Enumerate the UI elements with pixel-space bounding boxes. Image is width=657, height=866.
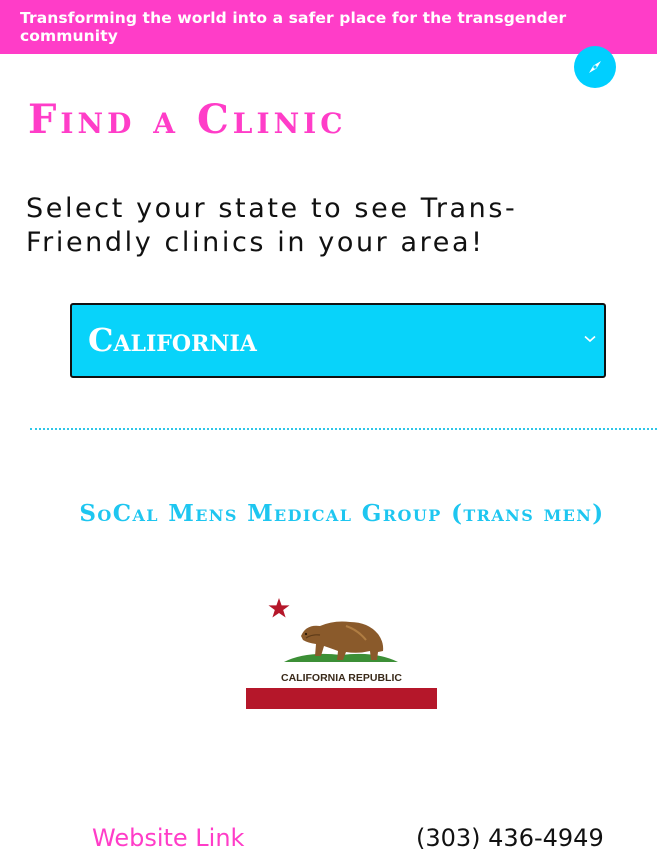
top-banner: Transforming the world into a safer plac… [0, 0, 657, 54]
chevron-down-icon [584, 335, 596, 343]
state-select[interactable]: California [70, 303, 606, 378]
clinic-phone: (303) 436-4949 [416, 824, 604, 852]
website-link[interactable]: Website Link [92, 824, 244, 853]
compass-button[interactable] [574, 46, 616, 88]
clinic-name: SoCal Mens Medical Group (trans men) [79, 500, 605, 527]
state-select-value: California [88, 321, 257, 359]
compass-icon [589, 61, 601, 73]
california-flag-icon: CALIFORNIA REPUBLIC [246, 596, 437, 709]
banner-text: Transforming the world into a safer plac… [20, 9, 567, 45]
section-divider [30, 428, 657, 430]
subtitle-line-2: Friendly clinics in your area! [26, 227, 485, 258]
page-subtitle: Select your state to see Trans- Friendly… [26, 192, 626, 260]
flag-text: CALIFORNIA REPUBLIC [281, 672, 402, 684]
subtitle-line-1: Select your state to see Trans- [26, 193, 518, 224]
flag-stripe [246, 688, 437, 709]
page-title: Find a Clinic [28, 96, 347, 143]
